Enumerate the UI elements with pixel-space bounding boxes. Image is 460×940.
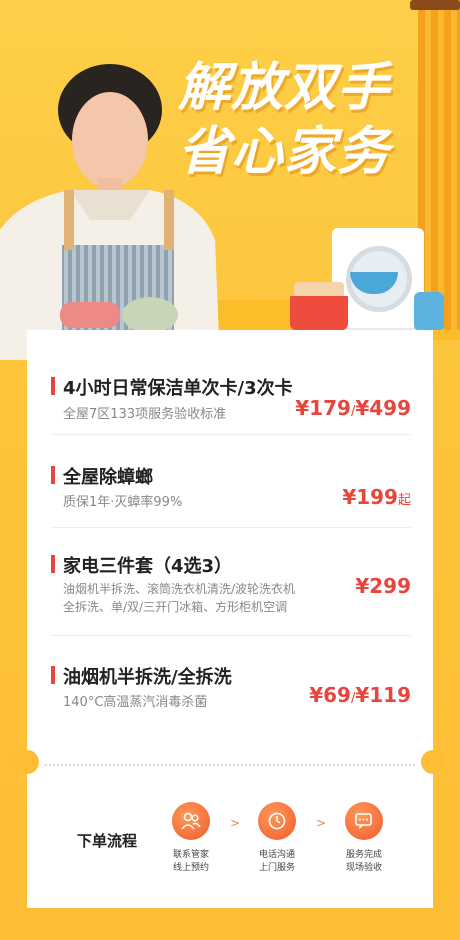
service-desc: 140°C高温蒸汽消毒杀菌 — [63, 695, 208, 710]
price-value: ¥299 — [355, 574, 411, 598]
service-title: 油烟机半拆洗/全拆洗 — [63, 667, 232, 688]
chevron-right-icon: > — [230, 816, 241, 830]
divider — [51, 635, 411, 636]
price-value: ¥69 — [309, 683, 351, 707]
flow-step-call: 电话沟通 上门服务 — [242, 802, 312, 875]
step-line-2: 现场验收 — [345, 863, 382, 873]
order-flow-label: 下单流程 — [77, 832, 138, 850]
service-desc-line-2: 全拆洗、单/双/三开门冰箱、方形柜机空调 — [63, 600, 288, 614]
service-item[interactable]: 全屋除蟑螂 质保1年·灭蟑率99% ¥199起 — [51, 463, 411, 523]
chat-check-icon — [345, 802, 383, 840]
service-title: 家电三件套（4选3） — [63, 556, 233, 577]
dotted-separator — [45, 764, 415, 766]
divider — [51, 434, 411, 435]
service-price: ¥69/¥119 — [309, 683, 411, 707]
accent-bar — [51, 377, 55, 395]
accent-bar — [51, 466, 55, 484]
headline-line-1: 解放双手 — [178, 58, 391, 118]
step-line-2: 上门服务 — [258, 863, 295, 873]
service-item[interactable]: 4小时日常保洁单次卡/3次卡 全屋7区133项服务验收标准 ¥179/¥499 — [51, 374, 411, 434]
divider — [51, 527, 411, 528]
price-value: ¥199 — [342, 485, 398, 509]
service-item[interactable]: 家电三件套（4选3） 油烟机半拆洗、滚筒洗衣机清洗/波轮洗衣机 全拆洗、单/双/… — [51, 552, 411, 622]
headline: 解放双手 省心家务 — [178, 56, 390, 184]
service-title: 4小时日常保洁单次卡/3次卡 — [63, 378, 293, 399]
step-line-2: 线上预约 — [172, 863, 209, 873]
step-line-1: 联系管家 — [172, 850, 209, 860]
price-value: ¥179 — [295, 396, 351, 420]
service-title: 全屋除蟑螂 — [63, 467, 153, 488]
service-card: 4小时日常保洁单次卡/3次卡 全屋7区133项服务验收标准 ¥179/¥499 … — [15, 330, 445, 908]
headline-line-2: 省心家务 — [178, 122, 391, 182]
accent-bar — [51, 555, 55, 573]
service-desc: 质保1年·灭蟑率99% — [63, 495, 183, 510]
step-line-1: 电话沟通 — [258, 850, 295, 860]
detergent-bottle-illustration — [414, 292, 444, 330]
price-value: ¥499 — [355, 396, 411, 420]
service-price: ¥179/¥499 — [295, 396, 411, 420]
flow-step-contact: 联系管家 线上预约 — [156, 802, 226, 875]
price-value: ¥119 — [355, 683, 411, 707]
step-line-1: 服务完成 — [345, 850, 382, 860]
price-suffix: 起 — [397, 493, 411, 508]
service-price: ¥299 — [355, 574, 411, 598]
service-desc-line-1: 油烟机半拆洗、滚筒洗衣机清洗/波轮洗衣机 — [63, 582, 296, 596]
flow-step-complete: 服务完成 现场验收 — [329, 802, 399, 875]
curtain-rod — [410, 0, 460, 10]
people-icon — [172, 802, 210, 840]
laundry-basket-illustration — [290, 296, 348, 330]
accent-bar — [51, 666, 55, 684]
curtain-illustration — [418, 0, 460, 330]
chevron-right-icon: > — [316, 816, 327, 830]
clock-icon — [258, 802, 296, 840]
service-desc: 全屋7区133项服务验收标准 — [63, 407, 227, 422]
service-item[interactable]: 油烟机半拆洗/全拆洗 140°C高温蒸汽消毒杀菌 ¥69/¥119 — [51, 663, 411, 723]
service-price: ¥199起 — [342, 485, 411, 509]
